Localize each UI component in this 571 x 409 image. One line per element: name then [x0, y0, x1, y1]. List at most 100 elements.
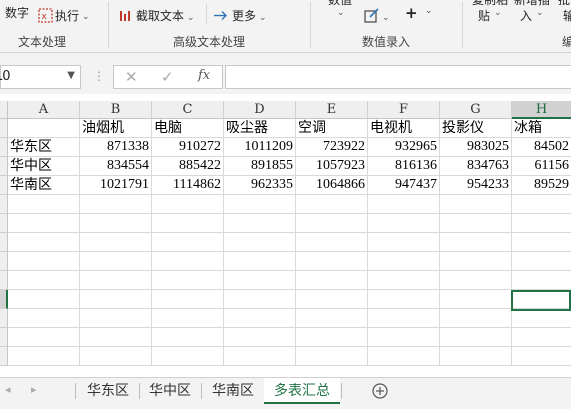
- value-cell[interactable]: 932965: [368, 138, 440, 157]
- empty-cell[interactable]: [440, 309, 512, 328]
- tab-south[interactable]: 华南区: [203, 378, 263, 404]
- empty-cell[interactable]: [224, 347, 296, 366]
- value-cell[interactable]: 983025: [440, 138, 512, 157]
- row-header[interactable]: [0, 328, 8, 347]
- empty-cell[interactable]: [80, 195, 152, 214]
- fill-format-button[interactable]: ⌄: [364, 5, 390, 24]
- empty-cell[interactable]: [368, 290, 440, 309]
- empty-cell[interactable]: [8, 309, 80, 328]
- column-header-a[interactable]: A: [8, 101, 80, 119]
- value-cell[interactable]: 1057923: [296, 157, 368, 176]
- empty-cell[interactable]: [80, 233, 152, 252]
- empty-cell[interactable]: [512, 328, 571, 347]
- empty-cell[interactable]: [152, 309, 224, 328]
- empty-cell[interactable]: [368, 309, 440, 328]
- row-header[interactable]: [0, 347, 8, 366]
- enter-icon[interactable]: ✓: [161, 68, 174, 86]
- empty-cell[interactable]: [80, 252, 152, 271]
- empty-cell[interactable]: [152, 328, 224, 347]
- value-cell[interactable]: 954233: [440, 176, 512, 195]
- empty-cell[interactable]: [296, 214, 368, 233]
- value-cell[interactable]: 816136: [368, 157, 440, 176]
- empty-cell[interactable]: [512, 195, 571, 214]
- empty-cell[interactable]: [512, 233, 571, 252]
- value-cell[interactable]: 89529: [512, 176, 571, 195]
- empty-cell[interactable]: [440, 233, 512, 252]
- empty-cell[interactable]: [224, 271, 296, 290]
- select-all-corner[interactable]: [0, 101, 8, 119]
- product-header-cell[interactable]: 吸尘器: [224, 119, 296, 138]
- row-header[interactable]: [0, 214, 8, 233]
- value-cell[interactable]: 871338: [80, 138, 152, 157]
- empty-cell[interactable]: [80, 328, 152, 347]
- tab-summary[interactable]: 多表汇总: [264, 378, 340, 404]
- empty-cell[interactable]: [152, 271, 224, 290]
- column-header-e[interactable]: E: [296, 101, 368, 119]
- value-cell[interactable]: 891855: [224, 157, 296, 176]
- row-header[interactable]: [0, 290, 8, 309]
- plus-icon[interactable]: +: [405, 4, 418, 22]
- empty-cell[interactable]: [80, 290, 152, 309]
- empty-cell[interactable]: [8, 328, 80, 347]
- empty-cell[interactable]: [368, 271, 440, 290]
- empty-cell[interactable]: [296, 290, 368, 309]
- empty-cell[interactable]: [80, 309, 152, 328]
- tab-central[interactable]: 华中区: [141, 378, 199, 404]
- empty-cell[interactable]: [80, 347, 152, 366]
- formula-input[interactable]: [225, 65, 571, 89]
- empty-cell[interactable]: [296, 271, 368, 290]
- copy-paste-button[interactable]: 复制粘: [472, 0, 508, 8]
- empty-cell[interactable]: [296, 347, 368, 366]
- row-header[interactable]: [0, 309, 8, 328]
- region-cell[interactable]: 华东区: [8, 138, 80, 157]
- row-header[interactable]: [0, 233, 8, 252]
- empty-cell[interactable]: [224, 195, 296, 214]
- empty-cell[interactable]: [224, 309, 296, 328]
- empty-cell[interactable]: [224, 214, 296, 233]
- empty-cell[interactable]: [440, 214, 512, 233]
- empty-cell[interactable]: [8, 347, 80, 366]
- cancel-icon[interactable]: ✕: [125, 68, 138, 86]
- empty-cell[interactable]: [296, 252, 368, 271]
- row-header[interactable]: [0, 138, 8, 157]
- empty-cell[interactable]: [152, 347, 224, 366]
- empty-cell[interactable]: [8, 195, 80, 214]
- value-cell[interactable]: 910272: [152, 138, 224, 157]
- column-header-f[interactable]: F: [368, 101, 440, 119]
- product-header-cell[interactable]: 油烟机: [80, 119, 152, 138]
- empty-cell[interactable]: [80, 271, 152, 290]
- empty-cell[interactable]: [512, 252, 571, 271]
- value-button[interactable]: 数值: [328, 0, 352, 8]
- empty-cell[interactable]: [8, 233, 80, 252]
- dropdown-arrow-icon[interactable]: ▼: [67, 70, 75, 81]
- product-header-cell[interactable]: 电视机: [368, 119, 440, 138]
- value-cell[interactable]: 84502: [512, 138, 571, 157]
- empty-cell[interactable]: [152, 195, 224, 214]
- empty-cell[interactable]: [440, 195, 512, 214]
- empty-cell[interactable]: [296, 309, 368, 328]
- empty-cell[interactable]: [224, 328, 296, 347]
- empty-cell[interactable]: [368, 328, 440, 347]
- empty-cell[interactable]: [512, 271, 571, 290]
- add-sheet-icon[interactable]: [372, 383, 388, 399]
- empty-cell[interactable]: [368, 195, 440, 214]
- row-header[interactable]: [0, 176, 8, 195]
- column-header-g[interactable]: G: [440, 101, 512, 119]
- value-cell[interactable]: 1064866: [296, 176, 368, 195]
- empty-cell[interactable]: [8, 271, 80, 290]
- row-header[interactable]: [0, 252, 8, 271]
- cell[interactable]: [8, 119, 80, 138]
- empty-cell[interactable]: [224, 233, 296, 252]
- empty-cell[interactable]: [368, 214, 440, 233]
- value-cell[interactable]: 834554: [80, 157, 152, 176]
- empty-cell[interactable]: [440, 347, 512, 366]
- more-button[interactable]: 更多 ⌄: [213, 5, 267, 24]
- drag-handle-icon[interactable]: ⋮: [93, 69, 105, 83]
- empty-cell[interactable]: [440, 290, 512, 309]
- value-cell[interactable]: 962335: [224, 176, 296, 195]
- chevron-down-icon[interactable]: ⌄: [425, 6, 433, 16]
- empty-cell[interactable]: [152, 252, 224, 271]
- empty-cell[interactable]: [440, 271, 512, 290]
- column-header-b[interactable]: B: [80, 101, 152, 119]
- empty-cell[interactable]: [368, 233, 440, 252]
